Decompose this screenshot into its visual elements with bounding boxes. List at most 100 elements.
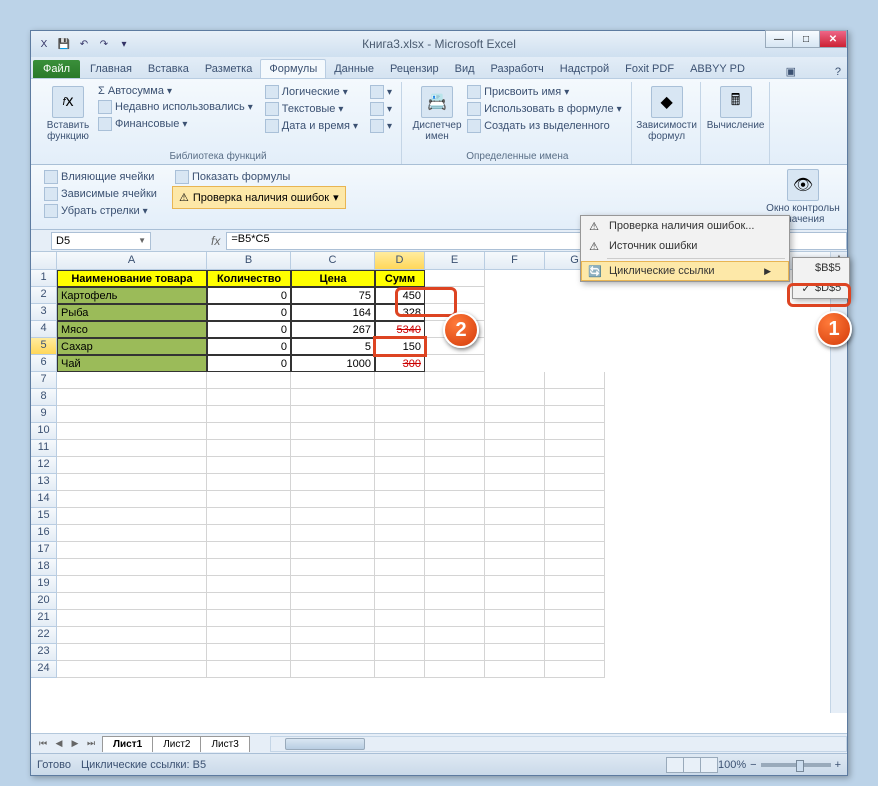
cell[interactable] bbox=[425, 355, 485, 372]
cell[interactable] bbox=[425, 406, 485, 423]
cell[interactable] bbox=[375, 474, 425, 491]
cell[interactable] bbox=[375, 423, 425, 440]
cell[interactable] bbox=[57, 389, 207, 406]
cell[interactable] bbox=[425, 389, 485, 406]
cell[interactable] bbox=[291, 457, 375, 474]
cell[interactable] bbox=[207, 576, 291, 593]
cell[interactable] bbox=[545, 542, 605, 559]
cell[interactable] bbox=[291, 372, 375, 389]
cell[interactable]: 328 bbox=[375, 304, 425, 321]
cell[interactable] bbox=[207, 491, 291, 508]
cell[interactable] bbox=[425, 644, 485, 661]
cell[interactable] bbox=[57, 508, 207, 525]
cell[interactable] bbox=[207, 525, 291, 542]
cell[interactable] bbox=[375, 508, 425, 525]
name-manager-button[interactable]: 📇 Диспетчер имен bbox=[410, 84, 464, 144]
row-header[interactable]: 6 bbox=[31, 355, 57, 372]
cell[interactable]: 0 bbox=[207, 287, 291, 304]
cell[interactable] bbox=[291, 525, 375, 542]
cell[interactable] bbox=[485, 593, 545, 610]
menu-item-circular-refs[interactable]: 🔄Циклические ссылки▶ bbox=[581, 261, 789, 281]
cell[interactable] bbox=[207, 644, 291, 661]
horizontal-scrollbar[interactable] bbox=[270, 736, 847, 752]
cell[interactable] bbox=[375, 644, 425, 661]
cell[interactable] bbox=[291, 491, 375, 508]
cell[interactable] bbox=[375, 576, 425, 593]
recent-button[interactable]: Недавно использовались ▾ bbox=[95, 99, 256, 115]
submenu-item-b5[interactable]: $B$5 bbox=[793, 258, 849, 278]
cell[interactable] bbox=[375, 627, 425, 644]
calculation-button[interactable]: 🖩 Вычисление bbox=[709, 84, 763, 133]
view-normal-icon[interactable] bbox=[666, 757, 684, 773]
tab-foxit[interactable]: Foxit PDF bbox=[617, 60, 682, 78]
cell[interactable]: Рыба bbox=[57, 304, 207, 321]
create-from-selection-button[interactable]: Создать из выделенного bbox=[464, 118, 625, 134]
lookup-button[interactable]: ▾ bbox=[367, 84, 395, 100]
cell[interactable] bbox=[207, 457, 291, 474]
cell[interactable]: Сахар bbox=[57, 338, 207, 355]
cell[interactable] bbox=[545, 644, 605, 661]
row-header[interactable]: 7 bbox=[31, 372, 57, 389]
use-in-formula-button[interactable]: Использовать в формуле ▾ bbox=[464, 101, 625, 117]
cell[interactable] bbox=[425, 423, 485, 440]
submenu-item-d5[interactable]: ✓$D$5 bbox=[793, 278, 849, 298]
row-header[interactable]: 13 bbox=[31, 474, 57, 491]
col-header-e[interactable]: E bbox=[425, 252, 485, 269]
cell[interactable] bbox=[375, 661, 425, 678]
cell[interactable] bbox=[545, 372, 605, 389]
cell[interactable] bbox=[425, 372, 485, 389]
cell[interactable] bbox=[291, 542, 375, 559]
remove-arrows-button[interactable]: Убрать стрелки ▾ bbox=[41, 203, 160, 219]
col-header-b[interactable]: B bbox=[207, 252, 291, 269]
cell[interactable]: 164 bbox=[291, 304, 375, 321]
cell[interactable]: Чай bbox=[57, 355, 207, 372]
cell[interactable] bbox=[425, 440, 485, 457]
name-box[interactable]: D5▼ bbox=[51, 232, 151, 250]
save-icon[interactable]: 💾 bbox=[55, 35, 73, 53]
tab-view[interactable]: Вид bbox=[447, 60, 483, 78]
cell[interactable]: 75 bbox=[291, 287, 375, 304]
row-header[interactable]: 23 bbox=[31, 644, 57, 661]
cell[interactable] bbox=[291, 474, 375, 491]
cell[interactable] bbox=[425, 559, 485, 576]
cell[interactable] bbox=[485, 559, 545, 576]
sheet-tab-3[interactable]: Лист3 bbox=[200, 736, 249, 752]
row-header[interactable]: 5 bbox=[31, 338, 57, 355]
show-formulas-button[interactable]: Показать формулы bbox=[172, 169, 346, 185]
cell[interactable] bbox=[375, 559, 425, 576]
menu-item-error-check[interactable]: ⚠Проверка наличия ошибок... bbox=[581, 216, 789, 236]
cell[interactable] bbox=[57, 440, 207, 457]
trace-precedents-button[interactable]: Влияющие ячейки bbox=[41, 169, 160, 185]
cell[interactable] bbox=[425, 542, 485, 559]
cell[interactable] bbox=[375, 610, 425, 627]
cell[interactable] bbox=[291, 593, 375, 610]
minimize-button[interactable]: — bbox=[765, 30, 793, 48]
cell[interactable] bbox=[545, 457, 605, 474]
tab-data[interactable]: Данные bbox=[326, 60, 382, 78]
cell[interactable] bbox=[485, 508, 545, 525]
cell[interactable] bbox=[545, 661, 605, 678]
cell[interactable] bbox=[291, 610, 375, 627]
text-button[interactable]: Текстовые ▾ bbox=[262, 101, 361, 117]
cell[interactable] bbox=[57, 627, 207, 644]
cell[interactable] bbox=[375, 389, 425, 406]
define-name-button[interactable]: Присвоить имя ▾ bbox=[464, 84, 625, 100]
cell[interactable] bbox=[545, 440, 605, 457]
error-checking-button[interactable]: ⚠Проверка наличия ошибок ▾ bbox=[172, 186, 346, 209]
cell[interactable] bbox=[425, 270, 485, 287]
cell[interactable] bbox=[485, 406, 545, 423]
cell[interactable] bbox=[207, 440, 291, 457]
row-header[interactable]: 17 bbox=[31, 542, 57, 559]
cell[interactable]: Картофель bbox=[57, 287, 207, 304]
row-header[interactable]: 22 bbox=[31, 627, 57, 644]
cell[interactable] bbox=[485, 644, 545, 661]
row-header[interactable]: 9 bbox=[31, 406, 57, 423]
insert-function-button[interactable]: fx Вставить функцию bbox=[41, 84, 95, 144]
cell[interactable] bbox=[375, 406, 425, 423]
cell[interactable] bbox=[485, 627, 545, 644]
financial-button[interactable]: Финансовые ▾ bbox=[95, 116, 256, 132]
cell[interactable] bbox=[485, 440, 545, 457]
cell[interactable] bbox=[485, 474, 545, 491]
cell[interactable]: 300 bbox=[375, 355, 425, 372]
excel-icon[interactable]: X bbox=[35, 35, 53, 53]
